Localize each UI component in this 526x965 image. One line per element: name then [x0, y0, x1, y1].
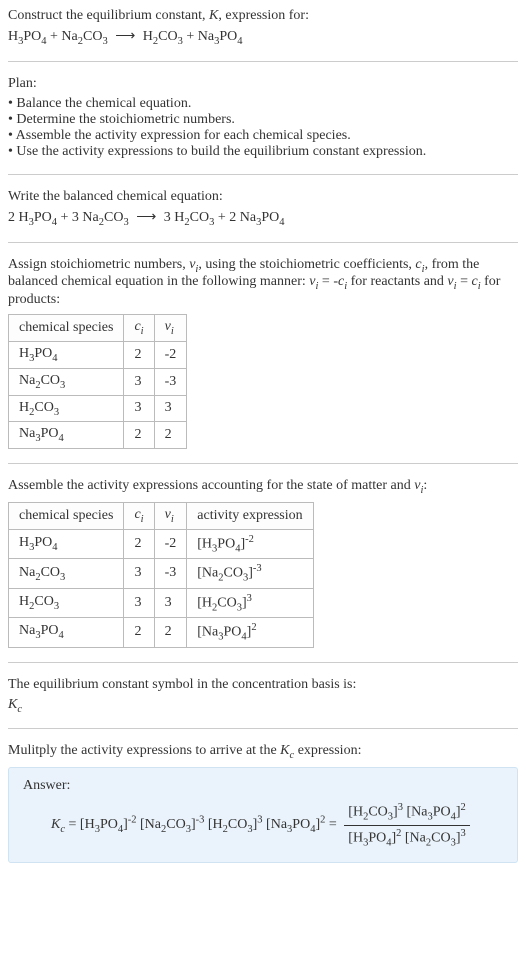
balanced-section: Write the balanced chemical equation: 2 …: [8, 189, 518, 228]
table-cell: H2CO3: [9, 588, 124, 617]
table-row: H3PO4 2 -2 [H3PO4]-2: [9, 529, 314, 558]
table-cell: 3: [124, 559, 154, 588]
table-cell: Na3PO4: [9, 422, 124, 449]
balanced-equation: 2 H3PO4 + 3 Na2CO3 ⟶ 3 H2CO3 + 2 Na3PO4: [8, 209, 518, 228]
table-cell: -3: [154, 559, 187, 588]
table-row: H2CO3 3 3: [9, 395, 187, 422]
table-cell: Na2CO3: [9, 559, 124, 588]
plan-item: Use the activity expressions to build th…: [8, 144, 518, 160]
table-header: chemical species: [9, 315, 124, 342]
stoich-table: chemical species ci νi H3PO4 2 -2 Na2CO3…: [8, 314, 187, 449]
plan-item: Balance the chemical equation.: [8, 96, 518, 112]
table-cell: 2: [124, 422, 154, 449]
stoich-text: Assign stoichiometric numbers, νi, using…: [8, 257, 518, 309]
table-cell: 3: [124, 588, 154, 617]
multiply-section: Mulitply the activity expressions to arr…: [8, 743, 518, 761]
kc-symbol-section: The equilibrium constant symbol in the c…: [8, 677, 518, 715]
kc-symbol-heading: The equilibrium constant symbol in the c…: [8, 677, 518, 693]
divider: [8, 662, 518, 663]
table-cell: 3: [154, 588, 187, 617]
plan-item: Assemble the activity expression for eac…: [8, 128, 518, 144]
table-cell: 2: [154, 618, 187, 647]
divider: [8, 463, 518, 464]
table-header: chemical species: [9, 502, 124, 529]
table-cell: H3PO4: [9, 529, 124, 558]
table-cell: 2: [124, 341, 154, 368]
table-cell: -2: [154, 341, 187, 368]
plan-heading: Plan:: [8, 76, 518, 92]
table-cell: 3: [154, 395, 187, 422]
table-row: Na3PO4 2 2 [Na3PO4]2: [9, 618, 314, 647]
intro-text: Construct the equilibrium constant, K, e…: [8, 8, 518, 24]
plan-item: Determine the stoichiometric numbers.: [8, 112, 518, 128]
kc-symbol: Kc: [8, 697, 518, 715]
table-cell: 3: [124, 368, 154, 395]
table-header: ci: [124, 502, 154, 529]
intro-section: Construct the equilibrium constant, K, e…: [8, 8, 518, 47]
table-row: Na2CO3 3 -3 [Na2CO3]-3: [9, 559, 314, 588]
activity-section: Assemble the activity expressions accoun…: [8, 478, 518, 647]
intro-equation: H3PO4 + Na2CO3 ⟶ H2CO3 + Na3PO4: [8, 28, 518, 47]
table-header: ci: [124, 315, 154, 342]
table-cell: Na3PO4: [9, 618, 124, 647]
activity-table: chemical species ci νi activity expressi…: [8, 502, 314, 648]
multiply-heading: Mulitply the activity expressions to arr…: [8, 743, 518, 761]
table-cell: H3PO4: [9, 341, 124, 368]
table-cell: -2: [154, 529, 187, 558]
divider: [8, 61, 518, 62]
table-cell: [H3PO4]-2: [187, 529, 313, 558]
table-header: νi: [154, 502, 187, 529]
table-cell: 3: [124, 395, 154, 422]
activity-heading: Assemble the activity expressions accoun…: [8, 478, 518, 496]
answer-box: Answer: Kc = [H3PO4]-2 [Na2CO3]-3 [H2CO3…: [8, 767, 518, 863]
table-cell: 2: [124, 618, 154, 647]
table-cell: [Na3PO4]2: [187, 618, 313, 647]
plan-section: Plan: Balance the chemical equation. Det…: [8, 76, 518, 160]
table-cell: 2: [154, 422, 187, 449]
answer-equation: Kc = [H3PO4]-2 [Na2CO3]-3 [H2CO3]3 [Na3P…: [51, 802, 503, 848]
divider: [8, 728, 518, 729]
divider: [8, 174, 518, 175]
table-header-row: chemical species ci νi activity expressi…: [9, 502, 314, 529]
table-cell: [H2CO3]3: [187, 588, 313, 617]
table-row: H2CO3 3 3 [H2CO3]3: [9, 588, 314, 617]
answer-label: Answer:: [23, 778, 503, 794]
table-cell: H2CO3: [9, 395, 124, 422]
table-row: Na2CO3 3 -3: [9, 368, 187, 395]
stoich-section: Assign stoichiometric numbers, νi, using…: [8, 257, 518, 450]
divider: [8, 242, 518, 243]
table-header: νi: [154, 315, 187, 342]
table-row: Na3PO4 2 2: [9, 422, 187, 449]
table-header-row: chemical species ci νi: [9, 315, 187, 342]
table-cell: Na2CO3: [9, 368, 124, 395]
table-cell: -3: [154, 368, 187, 395]
balanced-heading: Write the balanced chemical equation:: [8, 189, 518, 205]
table-cell: 2: [124, 529, 154, 558]
plan-list: Balance the chemical equation. Determine…: [8, 96, 518, 160]
table-row: H3PO4 2 -2: [9, 341, 187, 368]
table-cell: [Na2CO3]-3: [187, 559, 313, 588]
table-header: activity expression: [187, 502, 313, 529]
